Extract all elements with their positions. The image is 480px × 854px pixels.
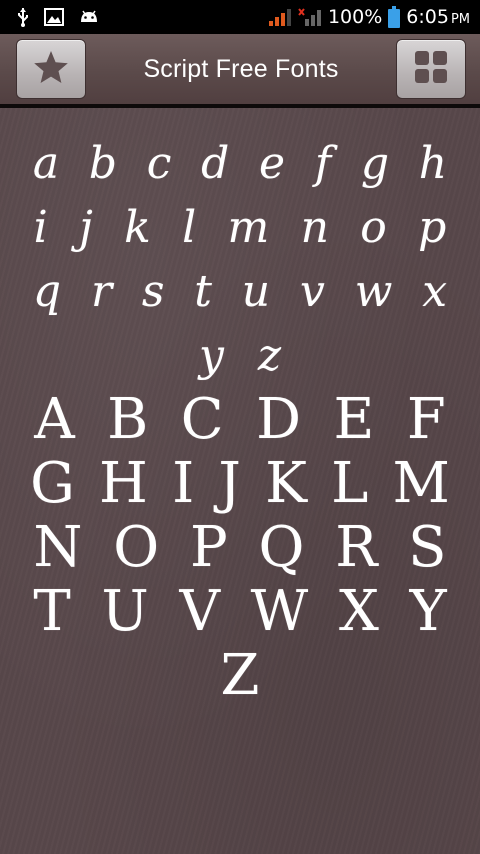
lowercase-row: q r s t u v w x xyxy=(0,260,480,324)
font-preview-area: a b c d e f g h i j k l m n o p q r s t … xyxy=(0,108,480,854)
glyph: d xyxy=(201,138,230,189)
glyph: h xyxy=(418,138,448,189)
status-bar: 100% 6:05 PM xyxy=(0,0,480,34)
glyph: i xyxy=(33,202,48,253)
glyph: O xyxy=(113,515,160,580)
glyph: W xyxy=(250,579,309,644)
glyph: a xyxy=(32,138,60,189)
glyph: E xyxy=(333,387,375,452)
glyph: u xyxy=(241,266,271,317)
app-title: Script Free Fonts xyxy=(143,54,339,83)
uppercase-row: G H I J K L M xyxy=(0,452,480,516)
glyph: U xyxy=(101,579,149,644)
glyph: x xyxy=(422,266,448,317)
action-bar: Script Free Fonts xyxy=(0,34,480,108)
lowercase-row: y z xyxy=(0,324,480,388)
favorites-button[interactable] xyxy=(16,39,86,99)
glyph: v xyxy=(299,266,325,317)
glyph: w xyxy=(354,266,393,317)
glyph: r xyxy=(90,266,112,317)
glyph: j xyxy=(79,202,93,253)
glyph: N xyxy=(33,515,83,580)
glyph: C xyxy=(180,387,224,452)
glyph: p xyxy=(418,202,447,253)
glyph: K xyxy=(265,451,307,516)
glyph: m xyxy=(227,202,270,253)
glyph: B xyxy=(107,387,149,452)
glyph: e xyxy=(259,138,286,189)
glyph: G xyxy=(30,451,75,516)
glyph: S xyxy=(408,515,447,580)
glyph: D xyxy=(256,387,302,452)
glyph: q xyxy=(32,266,62,317)
glyph: V xyxy=(179,579,220,644)
menu-grid-button[interactable] xyxy=(396,39,466,99)
usb-icon xyxy=(16,7,30,27)
lowercase-row: i j k l m n o p xyxy=(0,196,480,260)
glyph: T xyxy=(33,579,71,644)
glyph: F xyxy=(406,387,446,452)
no-signal-icon xyxy=(298,7,322,27)
glyph: o xyxy=(360,202,387,253)
glyph: Z xyxy=(220,643,260,708)
glyph: y xyxy=(198,330,224,381)
glyph: l xyxy=(182,202,197,253)
grid-icon xyxy=(413,49,449,89)
uppercase-row: A B C D E F xyxy=(0,388,480,452)
glyph: n xyxy=(300,202,329,253)
glyph: t xyxy=(194,266,212,317)
glyph: I xyxy=(172,451,195,516)
clock: 6:05 PM xyxy=(406,6,470,28)
glyph: M xyxy=(392,451,450,516)
glyph: b xyxy=(88,138,117,189)
uppercase-row: Z xyxy=(0,644,480,708)
notification-icons xyxy=(0,7,100,27)
glyph: z xyxy=(257,330,282,381)
glyph: P xyxy=(189,515,228,580)
glyph: A xyxy=(34,387,75,452)
glyph: X xyxy=(338,579,379,644)
glyph: R xyxy=(335,515,378,580)
glyph: c xyxy=(146,138,172,189)
glyph: J xyxy=(218,451,241,516)
lowercase-row: a b c d e f g h xyxy=(0,132,480,196)
glyph: f xyxy=(314,138,332,189)
clock-time: 6:05 xyxy=(406,6,449,28)
glyph: Y xyxy=(409,579,447,644)
android-icon xyxy=(78,8,100,26)
star-icon xyxy=(32,49,70,89)
glyph: Q xyxy=(258,515,305,580)
signal-icon xyxy=(268,7,292,27)
glyph: H xyxy=(99,451,148,516)
battery-icon xyxy=(388,6,401,28)
uppercase-row: N O P Q R S xyxy=(0,516,480,580)
battery-percent: 100% xyxy=(327,6,383,28)
uppercase-row: T U V W X Y xyxy=(0,580,480,644)
glyph: g xyxy=(360,138,390,189)
system-icons: 100% 6:05 PM xyxy=(268,6,480,28)
glyph: s xyxy=(141,266,165,317)
glyph: k xyxy=(124,202,151,253)
glyph: L xyxy=(331,451,369,516)
image-icon xyxy=(44,8,64,26)
clock-ampm: PM xyxy=(450,12,470,27)
